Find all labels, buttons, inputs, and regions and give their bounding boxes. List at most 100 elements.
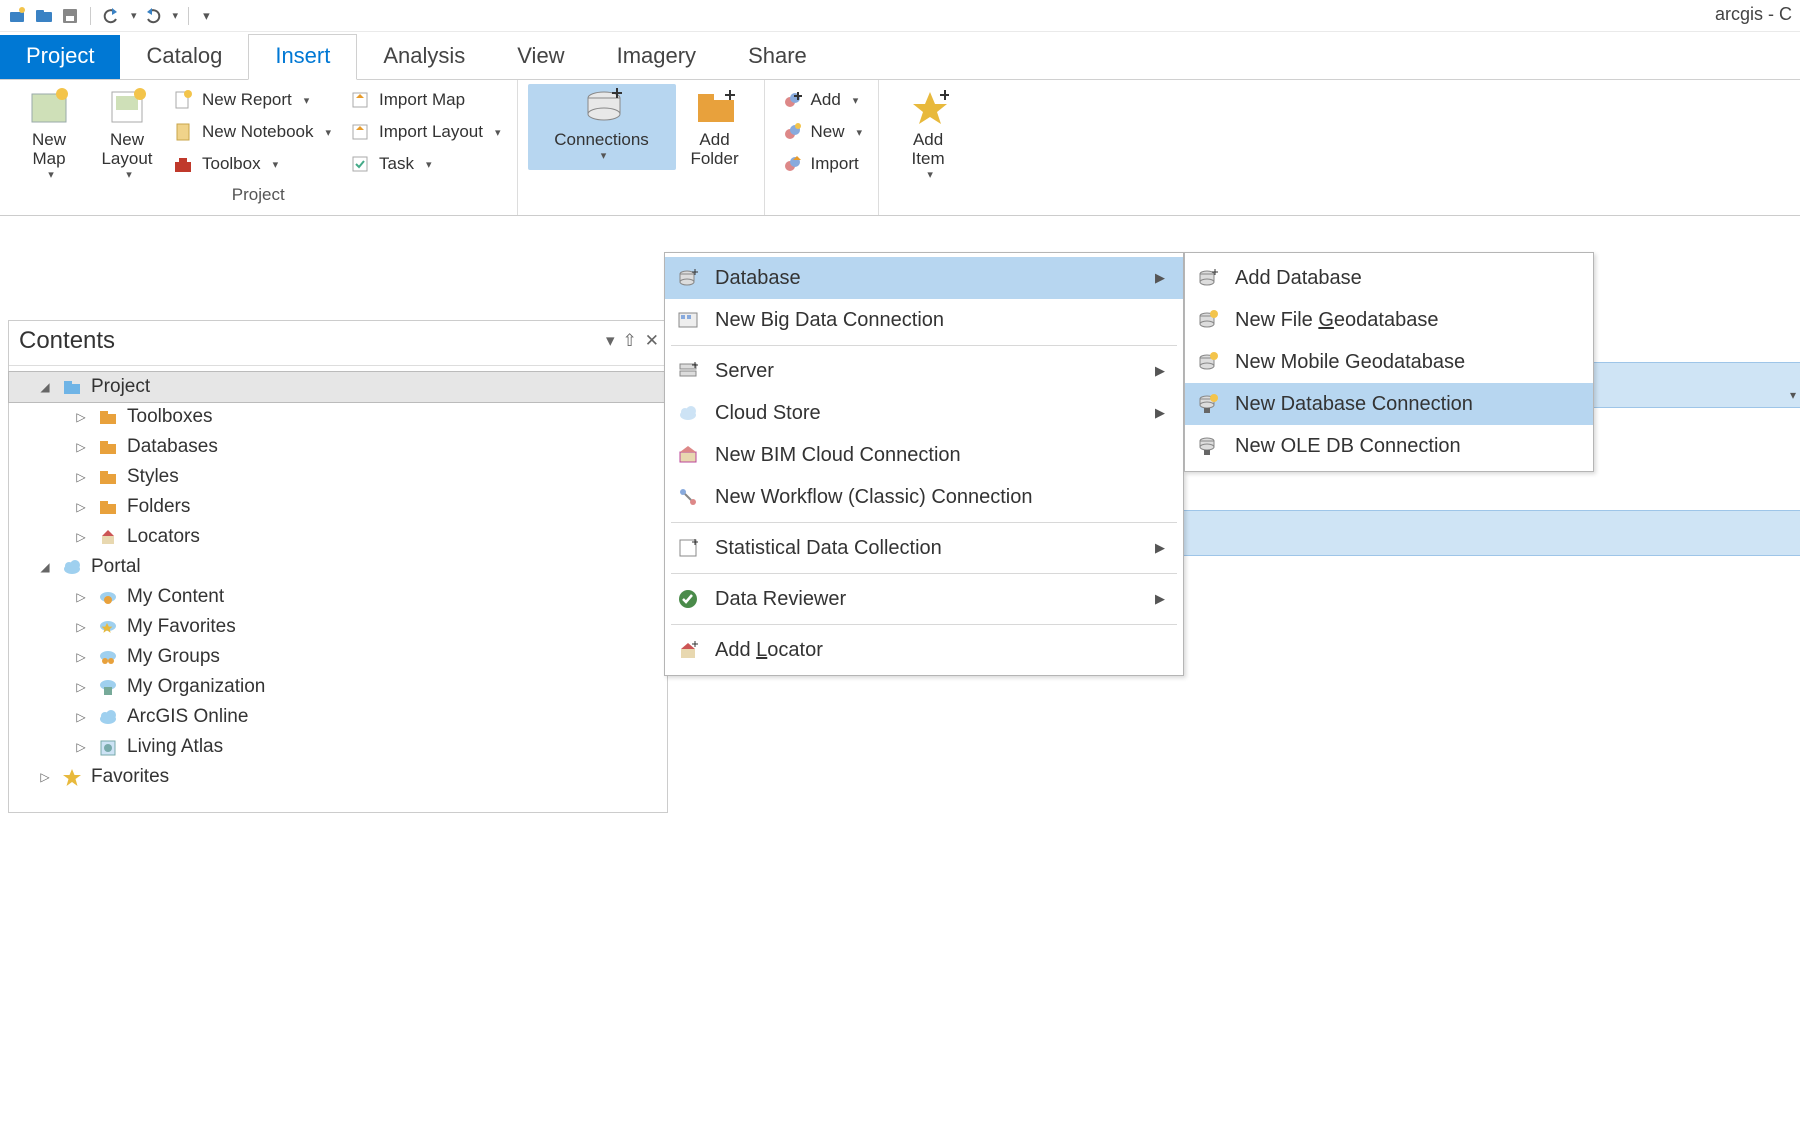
close-icon[interactable]: ✕ bbox=[645, 331, 659, 351]
add-style-button[interactable]: Add▾ bbox=[775, 84, 869, 116]
menu-item-big-data[interactable]: New Big Data Connection bbox=[665, 299, 1183, 341]
new-report-button[interactable]: New Report▾ bbox=[166, 84, 337, 116]
living-atlas-icon bbox=[97, 736, 119, 758]
tab-insert[interactable]: Insert bbox=[248, 34, 357, 80]
menu-item-new-ole-db[interactable]: New OLE DB Connection bbox=[1185, 425, 1593, 467]
new-project-icon[interactable] bbox=[8, 6, 28, 26]
chevron-down-icon: ▾ bbox=[326, 126, 332, 139]
menu-item-new-db-connection[interactable]: New Database Connection bbox=[1185, 383, 1593, 425]
tree-item-arcgis-online[interactable]: ▷ ArcGIS Online bbox=[9, 702, 667, 732]
chevron-down-icon: ▾ bbox=[853, 94, 859, 107]
expander-closed-icon[interactable]: ▷ bbox=[73, 710, 89, 724]
submenu-arrow-icon: ▶ bbox=[1115, 363, 1165, 379]
tree-item-my-content[interactable]: ▷ My Content bbox=[9, 582, 667, 612]
save-icon[interactable] bbox=[60, 6, 80, 26]
import-map-button[interactable]: Import Map bbox=[343, 84, 506, 116]
new-notebook-label: New Notebook bbox=[202, 122, 314, 142]
task-button[interactable]: Task▾ bbox=[343, 148, 506, 180]
folder-icon bbox=[97, 406, 119, 428]
tree-item-my-groups[interactable]: ▷ My Groups bbox=[9, 642, 667, 672]
pane-menu-icon[interactable]: ▾ bbox=[606, 331, 615, 351]
expander-closed-icon[interactable]: ▷ bbox=[73, 740, 89, 754]
menu-item-server[interactable]: Server ▶ bbox=[665, 350, 1183, 392]
new-style-button[interactable]: New▾ bbox=[775, 116, 869, 148]
menu-item-workflow[interactable]: New Workflow (Classic) Connection bbox=[665, 476, 1183, 518]
tab-share[interactable]: Share bbox=[722, 35, 833, 79]
expander-closed-icon[interactable]: ▷ bbox=[73, 440, 89, 454]
tree-item-databases[interactable]: ▷ Databases bbox=[9, 432, 667, 462]
tab-imagery[interactable]: Imagery bbox=[591, 35, 722, 79]
tree-item-locators[interactable]: ▷ Locators bbox=[9, 522, 667, 552]
import-layout-icon bbox=[349, 121, 371, 143]
menu-item-add-locator[interactable]: Add Locator bbox=[665, 629, 1183, 671]
tree-item-my-favorites[interactable]: ▷ My Favorites bbox=[9, 612, 667, 642]
connections-label: Connections bbox=[554, 130, 649, 149]
tree-item-my-org[interactable]: ▷ My Organization bbox=[9, 672, 667, 702]
redo-icon[interactable] bbox=[143, 6, 163, 26]
tab-project[interactable]: Project bbox=[0, 35, 120, 79]
expander-closed-icon[interactable]: ▷ bbox=[73, 620, 89, 634]
expander-closed-icon[interactable]: ▷ bbox=[37, 770, 53, 784]
tree-item-label: My Content bbox=[127, 586, 224, 608]
tree-item-toolboxes[interactable]: ▷ Toolboxes bbox=[9, 402, 667, 432]
redo-dropdown-icon[interactable]: ▾ bbox=[173, 9, 179, 22]
tree-item-label: Folders bbox=[127, 496, 190, 518]
expander-closed-icon[interactable]: ▷ bbox=[73, 500, 89, 514]
database-submenu: Add Database New File Geodatabase New Mo… bbox=[1184, 252, 1594, 472]
chevron-down-icon: ▾ bbox=[927, 168, 933, 181]
expander-closed-icon[interactable]: ▷ bbox=[73, 530, 89, 544]
menu-item-bim-cloud[interactable]: New BIM Cloud Connection bbox=[665, 434, 1183, 476]
tree-item-favorites[interactable]: ▷ Favorites bbox=[9, 762, 667, 792]
open-project-icon[interactable] bbox=[34, 6, 54, 26]
undo-icon[interactable] bbox=[101, 6, 121, 26]
expander-closed-icon[interactable]: ▷ bbox=[73, 590, 89, 604]
menu-item-cloud-store[interactable]: Cloud Store ▶ bbox=[665, 392, 1183, 434]
import-style-button[interactable]: Import bbox=[775, 148, 869, 180]
customize-qat-icon[interactable]: ▾ bbox=[203, 8, 210, 24]
tab-catalog[interactable]: Catalog bbox=[120, 35, 248, 79]
tab-view[interactable]: View bbox=[491, 35, 590, 79]
tree-item-styles[interactable]: ▷ Styles bbox=[9, 462, 667, 492]
new-map-button[interactable]: New Map ▾ bbox=[10, 84, 88, 183]
expander-open-icon[interactable]: ◢ bbox=[37, 380, 53, 394]
menu-item-new-mobile-gdb[interactable]: New Mobile Geodatabase bbox=[1185, 341, 1593, 383]
connections-button[interactable]: Connections ▾ bbox=[528, 84, 676, 170]
tab-analysis[interactable]: Analysis bbox=[357, 35, 491, 79]
new-notebook-button[interactable]: New Notebook ▾ bbox=[166, 116, 337, 148]
expander-closed-icon[interactable]: ▷ bbox=[73, 650, 89, 664]
add-item-button[interactable]: Add Item ▾ bbox=[889, 84, 967, 183]
submenu-arrow-icon: ▶ bbox=[1115, 405, 1165, 421]
import-layout-button[interactable]: Import Layout▾ bbox=[343, 116, 506, 148]
expander-closed-icon[interactable]: ▷ bbox=[73, 410, 89, 424]
toolbox-button[interactable]: Toolbox▾ bbox=[166, 148, 337, 180]
new-layout-label: New Layout bbox=[101, 130, 152, 168]
expander-closed-icon[interactable]: ▷ bbox=[73, 680, 89, 694]
folder-plus-icon bbox=[694, 86, 736, 128]
tree-item-living-atlas[interactable]: ▷ Living Atlas bbox=[9, 732, 667, 762]
star-plus-icon bbox=[907, 86, 949, 128]
tree-item-portal[interactable]: ◢ Portal bbox=[9, 552, 667, 582]
undo-dropdown-icon[interactable]: ▾ bbox=[131, 9, 137, 22]
import-style-icon bbox=[781, 153, 803, 175]
tree-item-folders[interactable]: ▷ Folders bbox=[9, 492, 667, 522]
connections-menu: Database ▶ New Big Data Connection Serve… bbox=[664, 252, 1184, 676]
expander-closed-icon[interactable]: ▷ bbox=[73, 470, 89, 484]
quick-access-toolbar: ▾ ▾ ▾ bbox=[0, 0, 1800, 32]
tree-item-project[interactable]: ◢ Project bbox=[9, 372, 667, 402]
new-report-label: New Report bbox=[202, 90, 292, 110]
menu-item-data-reviewer[interactable]: Data Reviewer ▶ bbox=[665, 578, 1183, 620]
menu-item-label: Database bbox=[715, 267, 801, 290]
menu-item-add-database[interactable]: Add Database bbox=[1185, 257, 1593, 299]
database-plus-icon bbox=[581, 86, 623, 128]
menu-item-statistical[interactable]: Statistical Data Collection ▶ bbox=[665, 527, 1183, 569]
menu-item-new-file-gdb[interactable]: New File Geodatabase bbox=[1185, 299, 1593, 341]
dropdown-arrow-icon[interactable]: ▾ bbox=[1790, 388, 1796, 434]
menu-item-database[interactable]: Database ▶ bbox=[665, 257, 1183, 299]
tree-item-label: Living Atlas bbox=[127, 736, 223, 758]
expander-open-icon[interactable]: ◢ bbox=[37, 560, 53, 574]
folder-icon bbox=[97, 496, 119, 518]
add-folder-button[interactable]: Add Folder bbox=[676, 84, 754, 170]
new-layout-button[interactable]: New Layout ▾ bbox=[88, 84, 166, 183]
submenu-arrow-icon: ▶ bbox=[1115, 540, 1165, 556]
pin-icon[interactable]: ⇧ bbox=[623, 331, 637, 351]
